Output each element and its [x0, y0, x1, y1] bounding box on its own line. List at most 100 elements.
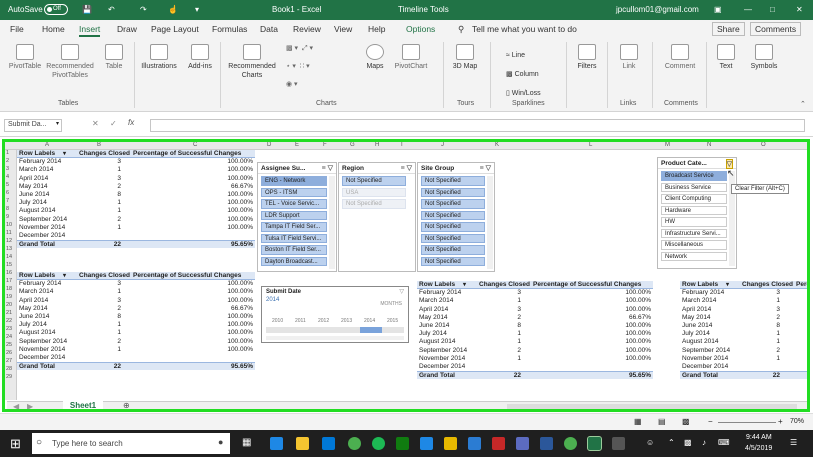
pivot-total-row[interactable]: Grand Total2295.65%: [417, 371, 653, 380]
sparkline-line-button[interactable]: ≈ Line: [506, 46, 556, 65]
row-header[interactable]: 24: [6, 334, 12, 340]
tray-chevron-icon[interactable]: ⌃: [668, 438, 675, 447]
slicer-item[interactable]: Not Specified: [421, 187, 485, 197]
pivot-data-row[interactable]: April 20143100.00%: [680, 306, 807, 314]
clock-time[interactable]: 9:44 AM: [746, 434, 772, 441]
app-icon[interactable]: [468, 437, 481, 450]
pivot-data-row[interactable]: April 20143100.00%: [17, 175, 255, 183]
row-labels-filter-icon[interactable]: ▾: [463, 281, 466, 289]
pivot-data-row[interactable]: July 2014 1 100.00%: [417, 330, 653, 338]
pivot-table[interactable]: Row Labels Changes ClosedPercentage of Su…: [17, 150, 255, 249]
slicer-scrollbar[interactable]: [329, 176, 335, 269]
slicer-item[interactable]: TEL - Voice Servic...: [261, 199, 327, 209]
text-button[interactable]: Text: [712, 44, 740, 71]
addins-button[interactable]: Add-ins: [186, 44, 214, 71]
timeline-scrollbar[interactable]: [266, 336, 404, 340]
zoom-slider[interactable]: [718, 422, 776, 423]
slicer-item[interactable]: Not Specified: [421, 233, 485, 243]
page-layout-view-icon[interactable]: ▤: [658, 417, 666, 426]
row-header[interactable]: 6: [6, 190, 9, 196]
edge-icon[interactable]: [270, 437, 283, 450]
timeline-track[interactable]: [266, 327, 404, 333]
row-header[interactable]: 14: [6, 254, 12, 260]
normal-view-icon[interactable]: ▦: [634, 417, 642, 426]
pivot-total-row[interactable]: Grand Total2295.65%: [680, 371, 807, 380]
tell-me-input[interactable]: Tell me what you want to do: [472, 24, 577, 34]
column-chart-icon[interactable]: ▩ ▾: [286, 45, 298, 52]
recommended-pivot-button[interactable]: Recommended PivotTables: [44, 44, 96, 80]
pivot-data-row[interactable]: November 20141100.00%: [17, 346, 255, 354]
cancel-icon[interactable]: ✕: [92, 119, 99, 128]
column-header[interactable]: H: [375, 142, 379, 148]
row-header[interactable]: 22: [6, 318, 12, 324]
pivot-data-row[interactable]: May 2014 2 66.67%: [417, 314, 653, 322]
tab-draw[interactable]: Draw: [117, 24, 137, 34]
volume-icon[interactable]: ♪: [702, 438, 706, 447]
multiselect-icon[interactable]: ≡ ▽: [480, 164, 491, 172]
slicer-item[interactable]: Not Specified: [342, 199, 406, 209]
filters-button[interactable]: Filters: [574, 44, 600, 71]
column-header[interactable]: F: [323, 142, 327, 148]
multiselect-icon[interactable]: ≡ ▽: [322, 164, 333, 172]
pivot-data-row[interactable]: May 2014 2 66.67%: [17, 183, 255, 191]
zoom-out-icon[interactable]: −: [708, 417, 713, 426]
pivot-header-row[interactable]: Row Labels Changes ClosedPercentage of Su…: [680, 281, 807, 290]
pivot-data-row[interactable]: February 20143100.00%: [417, 289, 653, 297]
zoom-in-icon[interactable]: +: [778, 417, 783, 426]
row-header[interactable]: 29: [6, 374, 12, 380]
row-header[interactable]: 27: [6, 358, 12, 364]
new-sheet-icon[interactable]: ⊕: [123, 401, 130, 409]
3d-map-button[interactable]: 3D Map: [450, 44, 480, 71]
row-header[interactable]: 12: [6, 238, 12, 244]
enter-icon[interactable]: ✓: [110, 119, 117, 128]
slicer-item[interactable]: Business Service: [661, 182, 727, 192]
pivot-data-row[interactable]: December 2014: [680, 363, 807, 371]
pivot-data-row[interactable]: November 20141100.00%: [680, 355, 807, 363]
timeline-selection-bar[interactable]: [360, 327, 382, 333]
sparkline-column-button[interactable]: ▩ Column: [506, 65, 556, 84]
undo-icon[interactable]: ↶: [108, 5, 115, 14]
task-view-icon[interactable]: ▦: [242, 437, 251, 448]
chrome-icon[interactable]: [348, 437, 361, 450]
app-icon[interactable]: [612, 437, 625, 450]
xbox-icon[interactable]: [396, 437, 409, 450]
column-header[interactable]: A: [45, 142, 49, 148]
autosave-toggle[interactable]: Off: [44, 4, 68, 15]
pivot-table[interactable]: Row Labels Changes ClosedPercentage of Su…: [417, 281, 653, 380]
column-header[interactable]: C: [193, 142, 197, 148]
row-header[interactable]: 16: [6, 270, 12, 276]
app-icon[interactable]: [516, 437, 529, 450]
slicer-item[interactable]: OPS - ITSM: [261, 187, 327, 197]
slicer-item[interactable]: HW: [661, 217, 727, 227]
chart-types-gallery[interactable]: ▩ ▾ ⤢ ▾ ⋆ ▾ ∷ ▾ ◉ ▾: [286, 44, 346, 89]
pivot-header-row[interactable]: Row Labels Changes ClosedPercentage of Su…: [17, 272, 255, 281]
row-header[interactable]: 17: [6, 278, 12, 284]
scatter-chart-icon[interactable]: ∷ ▾: [300, 63, 310, 70]
statistic-chart-icon[interactable]: ⋆ ▾: [286, 63, 296, 70]
pivot-data-row[interactable]: April 20143100.00%: [417, 306, 653, 314]
slicer-product-category[interactable]: Product Cate... ▽ Broadcast Service Busin…: [657, 157, 737, 269]
slicer-item[interactable]: ENG - Network: [261, 176, 327, 186]
slicer-item[interactable]: Not Specified: [421, 210, 485, 220]
save-icon[interactable]: 💾: [82, 5, 92, 14]
row-header[interactable]: 7: [6, 198, 9, 204]
column-header[interactable]: I: [401, 142, 403, 148]
word-icon[interactable]: [540, 437, 553, 450]
pivotchart-button[interactable]: PivotChart: [392, 44, 430, 71]
pivot-data-row[interactable]: May 2014 2 66.67%: [17, 305, 255, 313]
row-header[interactable]: 3: [6, 166, 9, 172]
multiselect-icon[interactable]: ≡ ▽: [401, 164, 412, 172]
row-header[interactable]: 8: [6, 206, 9, 212]
pivot-data-row[interactable]: February 20143100.00%: [680, 289, 807, 297]
column-header[interactable]: J: [441, 142, 444, 148]
row-header[interactable]: 25: [6, 342, 12, 348]
row-header[interactable]: 20: [6, 302, 12, 308]
pivot-data-row[interactable]: November 20141100.00%: [417, 355, 653, 363]
row-header[interactable]: 26: [6, 350, 12, 356]
pivot-table[interactable]: Row Labels Changes ClosedPercentage of Su…: [17, 272, 255, 371]
notifications-icon[interactable]: ☰: [790, 438, 797, 447]
slicer-region[interactable]: Region ≡ ▽ Not Specified USA Not Specifie…: [338, 162, 416, 272]
pivot-data-row[interactable]: August 2014 1 100.00%: [417, 338, 653, 346]
comments-button[interactable]: Comments: [750, 22, 802, 36]
slicer-item[interactable]: Tampa IT Field Ser...: [261, 222, 327, 232]
